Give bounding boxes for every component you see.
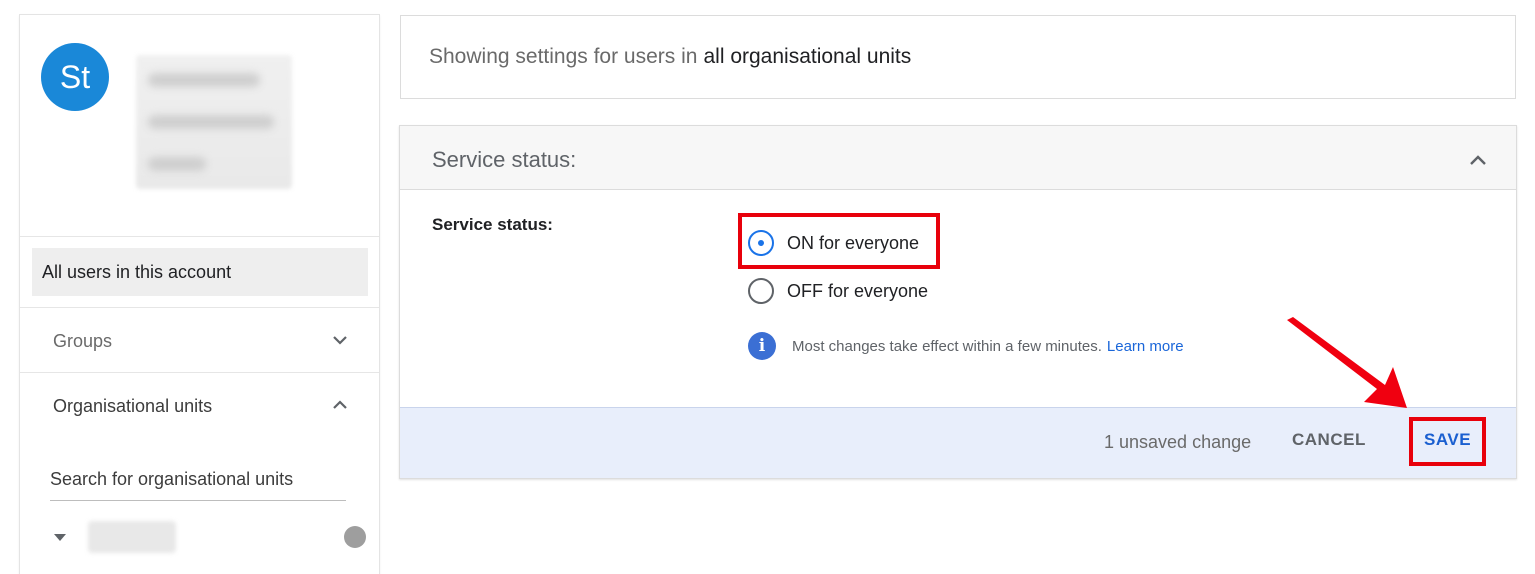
service-status-card: Service status: Service status: ON for e… xyxy=(399,125,1517,479)
scope-value: all organisational units xyxy=(703,45,912,68)
scope-prefix: Showing settings for users in xyxy=(429,45,698,68)
cancel-button[interactable]: CANCEL xyxy=(1292,430,1366,450)
redacted-line xyxy=(148,115,274,129)
divider xyxy=(20,372,379,373)
groups-label: Groups xyxy=(53,330,113,351)
org-units-label: Organisational units xyxy=(53,395,213,416)
divider xyxy=(20,307,379,308)
sidebar: St All users in this account Groups Orga… xyxy=(20,15,379,574)
unsaved-count: 1 unsaved change xyxy=(1104,432,1252,452)
all-users-item[interactable]: All users in this account xyxy=(32,248,368,296)
section-title: Service status: xyxy=(432,147,577,172)
avatar[interactable]: St xyxy=(41,43,109,111)
learn-more-link[interactable]: Learn more xyxy=(1107,338,1184,355)
caret-down-icon[interactable] xyxy=(54,534,66,541)
highlight-box xyxy=(1409,417,1486,466)
radio-off-everyone[interactable]: OFF for everyone xyxy=(748,276,928,306)
chevron-up-icon[interactable] xyxy=(331,396,349,414)
chevron-down-icon[interactable] xyxy=(331,331,349,349)
redacted-line xyxy=(148,157,206,171)
chevron-up-icon[interactable] xyxy=(1468,150,1488,170)
info-text: Most changes take effect within a few mi… xyxy=(792,337,1102,355)
redacted-line xyxy=(148,73,260,87)
org-unit-tree-row[interactable] xyxy=(50,521,366,555)
divider xyxy=(20,236,379,237)
radio-label: OFF for everyone xyxy=(787,280,929,301)
service-status-header[interactable]: Service status: xyxy=(400,126,1516,190)
save-footer: 1 unsaved change CANCEL SAVE xyxy=(400,407,1516,478)
redacted-org-unit xyxy=(88,521,176,553)
field-label: Service status: xyxy=(432,215,553,234)
status-dot-icon xyxy=(344,526,366,548)
scope-header: Showing settings for users in all organi… xyxy=(400,15,1516,99)
highlight-box xyxy=(738,213,940,269)
radio-button[interactable] xyxy=(748,278,774,304)
groups-section[interactable]: Groups xyxy=(20,309,379,373)
org-units-search-input[interactable]: Search for organisational units xyxy=(50,463,346,501)
info-icon: i xyxy=(748,332,776,360)
org-units-section[interactable]: Organisational units xyxy=(20,374,379,438)
info-note: i Most changes take effect within a few … xyxy=(748,332,1184,360)
